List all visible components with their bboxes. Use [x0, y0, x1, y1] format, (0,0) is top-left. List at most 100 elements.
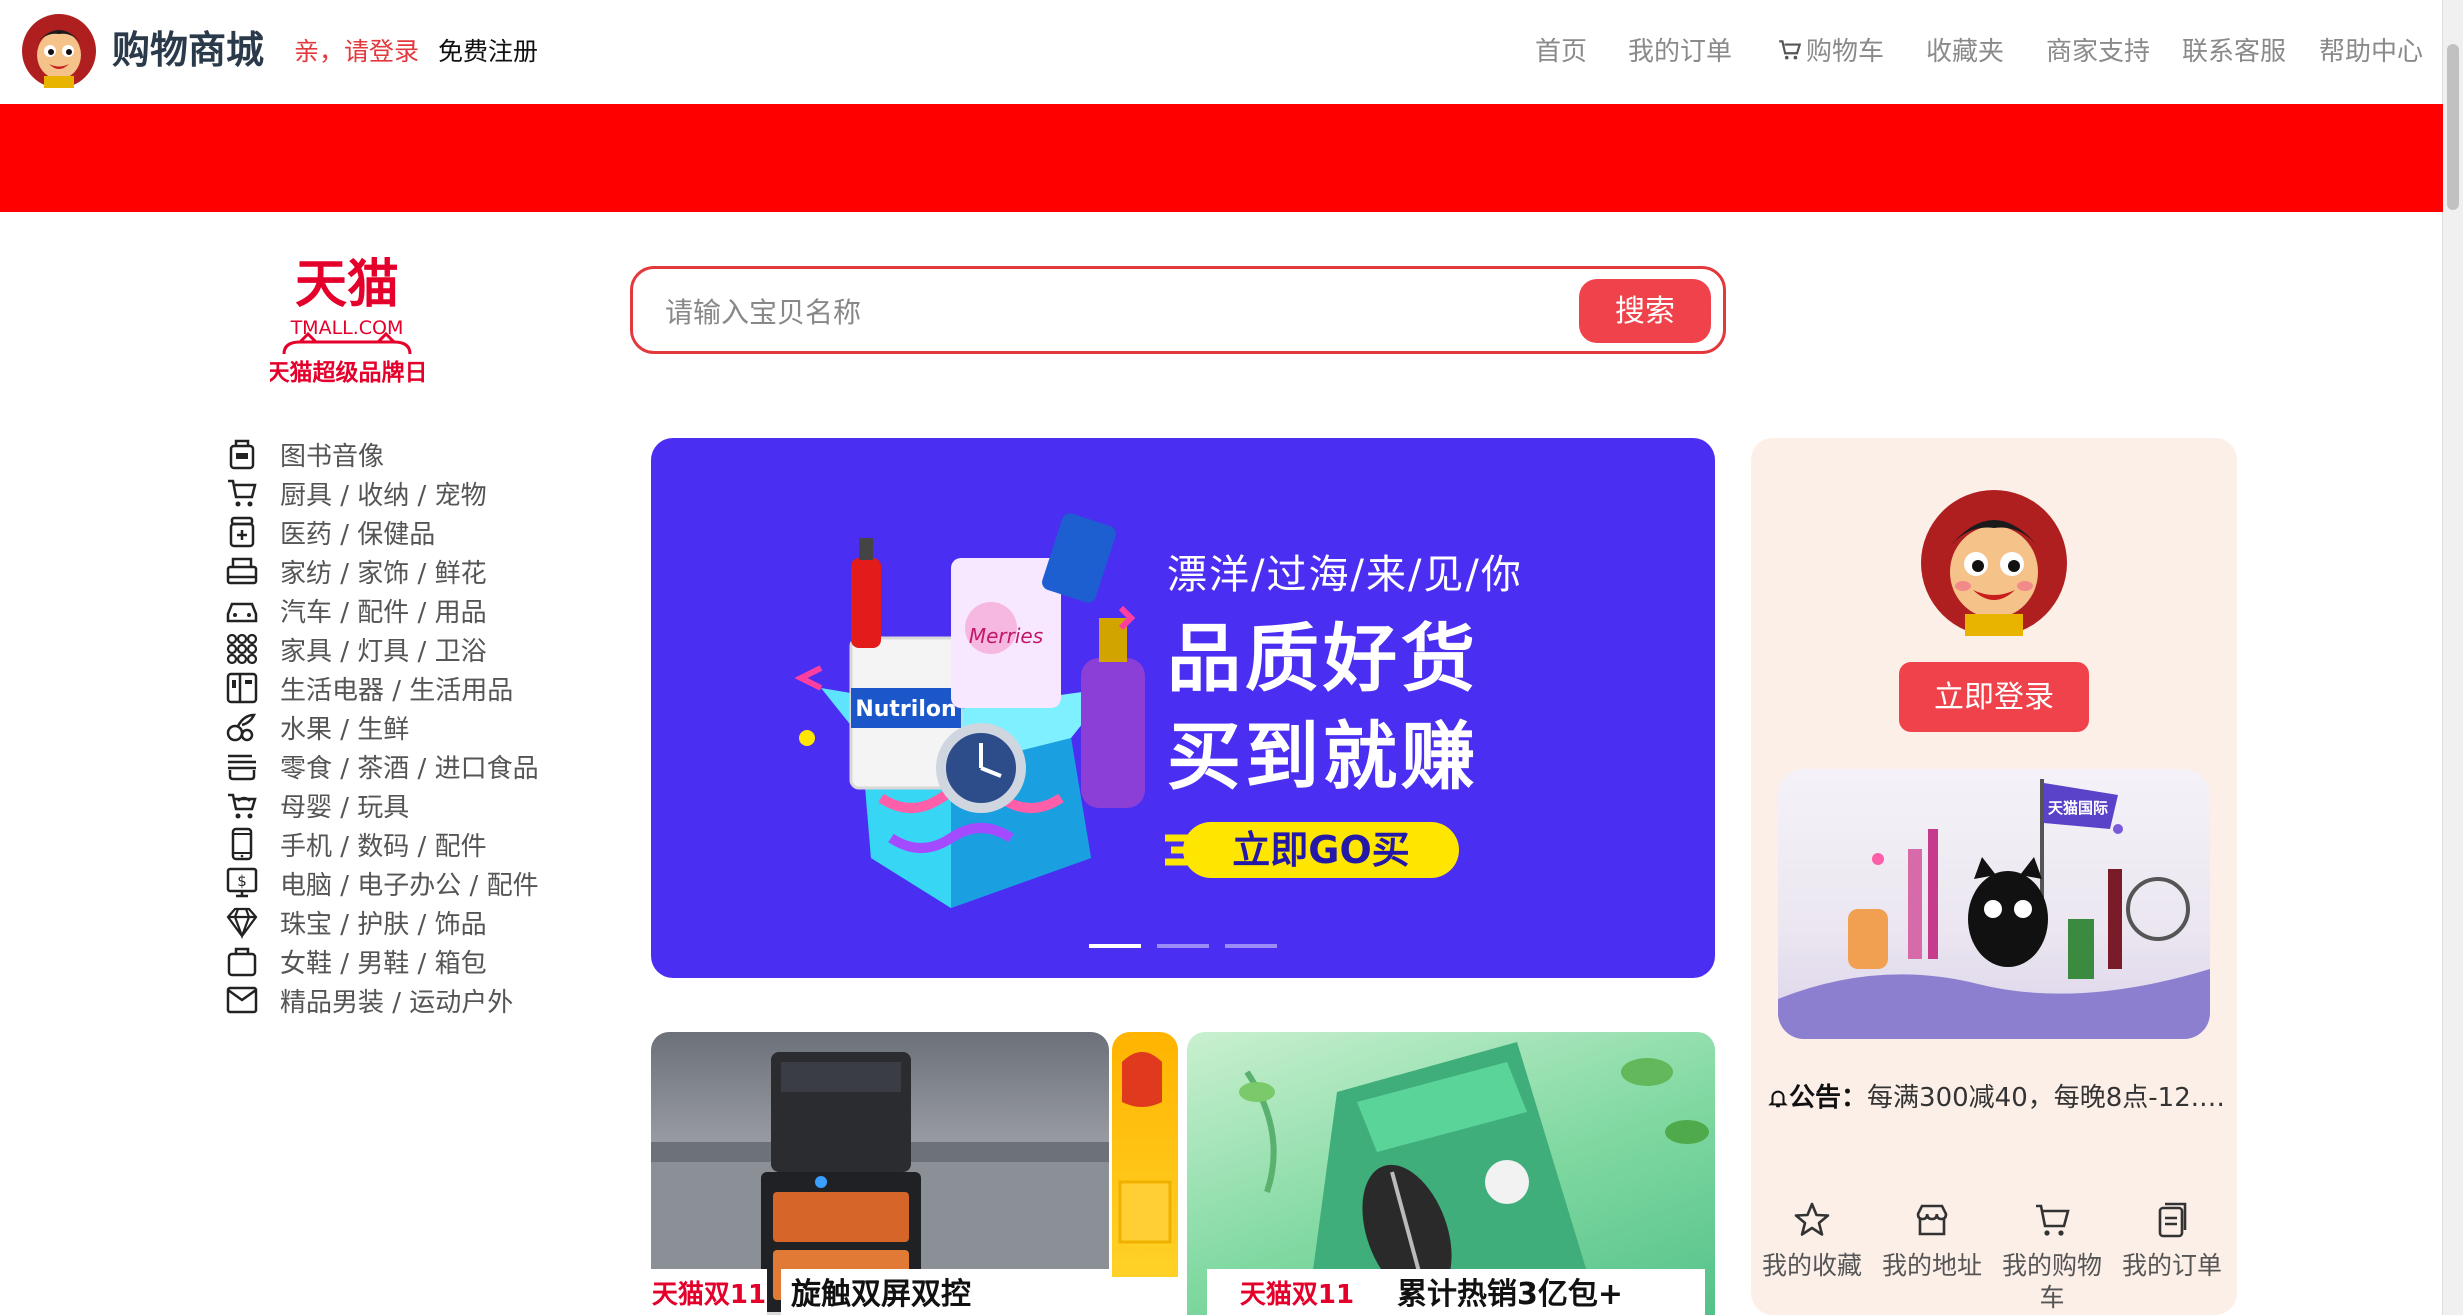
tmall-global-promo-image[interactable]: 天猫国际 — [1778, 769, 2210, 1039]
promo-card-range-hood[interactable]: 天猫双11 旋触双屏双控 — [651, 1032, 1109, 1315]
home-textile-icon — [226, 557, 258, 585]
nutrilon-label: Nutrilon — [855, 697, 956, 722]
stroller-icon — [228, 793, 257, 819]
promo-card-tag: 天猫双11 — [1207, 1269, 1387, 1315]
promo-card-partial[interactable] — [1112, 1032, 1178, 1315]
cart-icon — [228, 479, 257, 507]
quick-link-favorites[interactable]: 我的收藏 — [1757, 1200, 1867, 1282]
category-label: 零食 / 茶酒 / 进口食品 — [280, 753, 539, 784]
category-item-appliances[interactable]: 生活电器 / 生活用品 — [224, 668, 513, 708]
category-label: 精品男装 / 运动户外 — [280, 987, 514, 1018]
notice-label: 公告 — [1789, 1083, 1842, 1113]
diamond-icon — [226, 907, 258, 940]
quick-link-label: 我的收藏 — [1761, 1251, 1862, 1280]
notice-text: 每满300减40，每晚8点-12.1... — [1867, 1083, 2227, 1113]
category-item-snacks[interactable]: 零食 / 茶酒 / 进口食品 — [224, 746, 539, 786]
category-item-auto[interactable]: 汽车 / 配件 / 用品 — [224, 590, 487, 630]
category-item-shoes-bags[interactable]: 女鞋 / 男鞋 / 箱包 — [224, 941, 487, 981]
banner-headline-2: 买到就赚 — [1167, 714, 1479, 800]
category-item-books[interactable]: 图书音像 — [224, 434, 384, 474]
snack-icon — [228, 754, 256, 781]
carousel-dot-2[interactable] — [1157, 944, 1209, 948]
category-item-baby[interactable]: 母婴 / 玩具 — [224, 785, 409, 825]
tmall-logo-tagline: 天猫超级品牌日 — [270, 359, 424, 386]
cheese-illustration — [1112, 1052, 1178, 1315]
scroll-thumb[interactable] — [2447, 44, 2459, 210]
category-item-medicine[interactable]: 医药 / 保健品 — [224, 512, 435, 552]
category-label: 汽车 / 配件 / 用品 — [280, 597, 487, 628]
category-label: 生活电器 / 生活用品 — [280, 675, 514, 706]
brand-title[interactable]: 购物商城 — [112, 24, 264, 76]
category-label: 图书音像 — [280, 441, 385, 472]
shopping-cart-icon — [2036, 1204, 2070, 1236]
category-item-jewelry[interactable]: 珠宝 / 护肤 / 饰品 — [224, 902, 487, 942]
bell-icon — [1768, 1090, 1788, 1108]
category-label: 家纺 / 家饰 / 鲜花 — [280, 558, 487, 589]
login-link[interactable]: 亲，请登录 — [294, 34, 419, 70]
star-icon — [1794, 1202, 1830, 1236]
carousel-dot-3[interactable] — [1225, 944, 1277, 948]
nav-home[interactable]: 首页 — [1535, 34, 1587, 70]
bag-icon — [227, 947, 257, 977]
search-button[interactable]: 搜索 — [1579, 279, 1711, 343]
main-banner[interactable]: Nutrilon Merries 漂洋/过海/来/见/你 品质好货 买到就赚 立… — [651, 438, 1715, 978]
user-avatar-icon[interactable] — [1921, 490, 2067, 636]
computer-icon: $ — [226, 867, 258, 898]
register-link[interactable]: 免费注册 — [438, 34, 538, 70]
quick-link-label: 我的地址 — [1881, 1251, 1982, 1280]
category-item-furniture[interactable]: 家具 / 灯具 / 卫浴 — [224, 629, 487, 669]
promo-card-sunflower-seeds[interactable]: 天猫双11 累计热销3亿包+ — [1187, 1032, 1715, 1315]
top-header: 购物商城 亲，请登录 免费注册 首页 我的订单 购物车 收藏夹 商家支持 联系客… — [0, 0, 2463, 104]
category-label: 厨具 / 收纳 / 宠物 — [280, 480, 487, 511]
nav-help-center[interactable]: 帮助中心 — [2319, 34, 2423, 70]
nav-my-orders[interactable]: 我的订单 — [1628, 34, 1732, 70]
category-label: 家具 / 灯具 / 卫浴 — [280, 636, 487, 667]
category-item-kitchen[interactable]: 厨具 / 收纳 / 宠物 — [224, 473, 487, 513]
banner-subtitle: 漂洋/过海/来/见/你 — [1167, 552, 1523, 598]
grid-icon — [226, 633, 258, 665]
category-list: 图书音像 厨具 / 收纳 / 宠物 医药 / 保健品 家纺 / 家饰 / 鲜花 … — [224, 434, 604, 1315]
category-item-clothing[interactable]: 精品男装 / 运动户外 — [224, 980, 513, 1020]
promo-card-title: 旋触双屏双控 — [781, 1269, 1109, 1315]
banner-cta-button[interactable]: 立即GO买 — [1183, 822, 1459, 878]
logo-avatar-icon[interactable] — [22, 14, 96, 88]
carousel-dot-1[interactable] — [1089, 944, 1141, 948]
book-icon — [229, 439, 255, 470]
quick-link-cart[interactable]: 我的购物车 — [1997, 1200, 2107, 1314]
cart-icon — [1779, 40, 1802, 60]
category-label: 珠宝 / 护肤 / 饰品 — [280, 909, 487, 940]
store-icon — [1916, 1204, 1948, 1236]
page-scrollbar[interactable] — [2442, 0, 2463, 1315]
medicine-icon — [229, 516, 255, 548]
quick-link-label: 我的订单 — [2121, 1251, 2222, 1280]
category-item-home-textile[interactable]: 家纺 / 家饰 / 鲜花 — [224, 551, 487, 591]
quick-link-orders[interactable]: 我的订单 — [2117, 1200, 2227, 1282]
category-label: 女鞋 / 男鞋 / 箱包 — [280, 948, 487, 979]
user-panel: 立即登录 天猫国际 公告：每满300减40，每晚8点-12.1... 我的收藏 … — [1751, 438, 2237, 1315]
panel-login-button[interactable]: 立即登录 — [1899, 662, 2089, 732]
category-item-phones[interactable]: 手机 / 数码 / 配件 — [224, 824, 487, 864]
tmall-logo[interactable]: 天猫 TMALL.COM 天猫超级品牌日 — [270, 250, 424, 396]
tmall-logo-text: 天猫 — [295, 255, 399, 315]
notice-bar[interactable]: 公告：每满300减40，每晚8点-12.1... — [1767, 1078, 2227, 1118]
search-input[interactable] — [663, 285, 1427, 339]
fruit-icon — [226, 713, 257, 742]
promo-card-title: 累计热销3亿包+ — [1387, 1269, 1705, 1315]
svg-text:$: $ — [237, 872, 247, 890]
tmall-global-flag-text: 天猫国际 — [2048, 799, 2108, 817]
category-label: 手机 / 数码 / 配件 — [280, 831, 487, 862]
nav-customer-service[interactable]: 联系客服 — [2182, 34, 2286, 70]
category-label: 母婴 / 玩具 — [280, 792, 410, 823]
clothing-icon — [226, 986, 258, 1014]
nav-favorites[interactable]: 收藏夹 — [1926, 34, 2004, 70]
quick-link-address[interactable]: 我的地址 — [1877, 1200, 1987, 1282]
nav-merchant-support[interactable]: 商家支持 — [2046, 34, 2150, 70]
category-item-computers[interactable]: $ 电脑 / 电子办公 / 配件 — [224, 863, 539, 903]
order-icon — [2158, 1202, 2187, 1238]
appliance-icon — [226, 672, 258, 704]
car-icon — [226, 602, 258, 623]
red-banner-strip — [0, 104, 2443, 212]
category-item-fruit[interactable]: 水果 / 生鲜 — [224, 707, 409, 747]
search-box: 搜索 — [630, 266, 1726, 354]
nav-cart[interactable]: 购物车 — [1777, 34, 1884, 70]
